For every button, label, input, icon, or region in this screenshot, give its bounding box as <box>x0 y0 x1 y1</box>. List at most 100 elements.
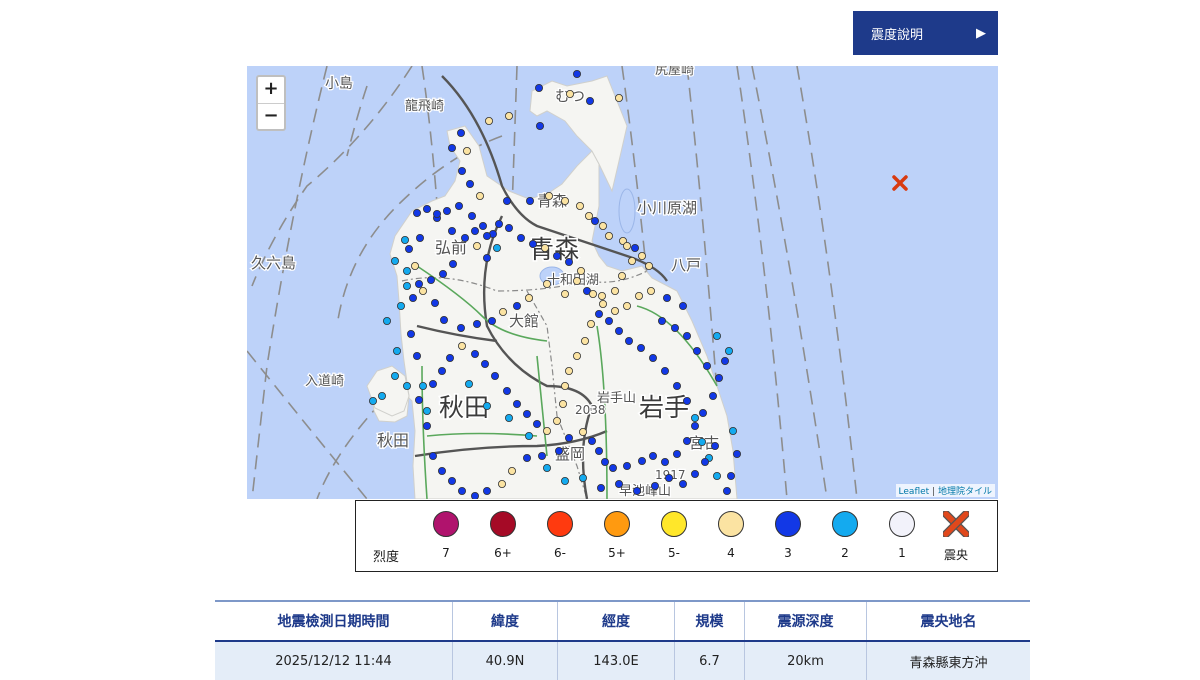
station-dot[interactable] <box>484 117 493 126</box>
station-dot[interactable] <box>410 261 419 270</box>
station-dot[interactable] <box>535 122 544 131</box>
station-dot[interactable] <box>472 241 481 250</box>
station-dot[interactable] <box>377 391 386 400</box>
station-dot[interactable] <box>560 196 569 205</box>
station-dot[interactable] <box>564 257 573 266</box>
station-dot[interactable] <box>648 353 657 362</box>
station-dot[interactable] <box>710 441 719 450</box>
station-dot[interactable] <box>594 309 603 318</box>
station-dot[interactable] <box>672 449 681 458</box>
station-dot[interactable] <box>522 409 531 418</box>
station-dot[interactable] <box>382 316 391 325</box>
station-dot[interactable] <box>422 204 431 213</box>
station-dot[interactable] <box>418 381 427 390</box>
station-dot[interactable] <box>720 356 729 365</box>
station-dot[interactable] <box>708 391 717 400</box>
station-dot[interactable] <box>422 406 431 415</box>
station-dot[interactable] <box>402 381 411 390</box>
station-dot[interactable] <box>552 251 561 260</box>
station-dot[interactable] <box>447 144 456 153</box>
station-dot[interactable] <box>564 366 573 375</box>
station-dot[interactable] <box>465 180 474 189</box>
station-dot[interactable] <box>660 457 669 466</box>
station-dot[interactable] <box>502 196 511 205</box>
station-dot[interactable] <box>406 329 415 338</box>
station-dot[interactable] <box>454 201 463 210</box>
station-dot[interactable] <box>428 379 437 388</box>
station-dot[interactable] <box>690 469 699 478</box>
station-dot[interactable] <box>597 291 606 300</box>
station-dot[interactable] <box>678 301 687 310</box>
station-dot[interactable] <box>390 256 399 265</box>
station-dot[interactable] <box>507 466 516 475</box>
station-dot[interactable] <box>724 346 733 355</box>
station-dot[interactable] <box>722 486 731 495</box>
station-dot[interactable] <box>590 216 599 225</box>
station-dot[interactable] <box>445 353 454 362</box>
station-dot[interactable] <box>544 192 553 201</box>
station-dot[interactable] <box>537 451 546 460</box>
station-dot[interactable] <box>604 231 613 240</box>
station-dot[interactable] <box>614 326 623 335</box>
station-dot[interactable] <box>457 341 466 350</box>
station-dot[interactable] <box>447 476 456 485</box>
station-dot[interactable] <box>524 431 533 440</box>
station-dot[interactable] <box>634 291 643 300</box>
station-dot[interactable] <box>558 399 567 408</box>
earthquake-map[interactable]: 小島龍飛崎むつ尻屋崎青森青森小川原湖弘前久六島十和田湖八戸大館入道崎秋田岩手秋田… <box>247 66 998 499</box>
station-dot[interactable] <box>490 371 499 380</box>
station-dot[interactable] <box>682 396 691 405</box>
station-dot[interactable] <box>418 286 427 295</box>
station-dot[interactable] <box>456 323 465 332</box>
station-dot[interactable] <box>402 281 411 290</box>
station-dot[interactable] <box>598 299 607 308</box>
station-dot[interactable] <box>575 201 584 210</box>
station-dot[interactable] <box>630 243 639 252</box>
station-dot[interactable] <box>470 226 479 235</box>
station-dot[interactable] <box>482 253 491 262</box>
station-dot[interactable] <box>637 251 646 260</box>
station-dot[interactable] <box>408 293 417 302</box>
station-dot[interactable] <box>697 437 706 446</box>
station-dot[interactable] <box>414 279 423 288</box>
station-dot[interactable] <box>404 244 413 253</box>
station-dot[interactable] <box>664 473 673 482</box>
station-dot[interactable] <box>437 466 446 475</box>
station-dot[interactable] <box>585 96 594 105</box>
station-dot[interactable] <box>504 413 513 422</box>
station-dot[interactable] <box>494 219 503 228</box>
station-dot[interactable] <box>732 449 741 458</box>
station-dot[interactable] <box>572 351 581 360</box>
station-dot[interactable] <box>478 221 487 230</box>
station-dot[interactable] <box>402 266 411 275</box>
station-dot[interactable] <box>682 436 691 445</box>
station-dot[interactable] <box>447 226 456 235</box>
station-dot[interactable] <box>596 483 605 492</box>
station-dot[interactable] <box>712 331 721 340</box>
station-dot[interactable] <box>426 275 435 284</box>
station-dot[interactable] <box>392 346 401 355</box>
station-dot[interactable] <box>497 479 506 488</box>
station-dot[interactable] <box>604 316 613 325</box>
station-dot[interactable] <box>412 208 421 217</box>
station-dot[interactable] <box>504 112 513 121</box>
station-dot[interactable] <box>700 457 709 466</box>
station-dot[interactable] <box>470 349 479 358</box>
station-dot[interactable] <box>492 243 501 252</box>
station-dot[interactable] <box>622 461 631 470</box>
station-dot[interactable] <box>692 346 701 355</box>
station-dot[interactable] <box>542 426 551 435</box>
station-dot[interactable] <box>552 416 561 425</box>
station-dot[interactable] <box>622 241 631 250</box>
leaflet-link[interactable]: Leaflet <box>899 487 930 497</box>
station-dot[interactable] <box>657 316 666 325</box>
station-dot[interactable] <box>584 211 593 220</box>
station-dot[interactable] <box>422 421 431 430</box>
station-dot[interactable] <box>525 196 534 205</box>
station-dot[interactable] <box>714 373 723 382</box>
station-dot[interactable] <box>670 323 679 332</box>
station-dot[interactable] <box>439 315 448 324</box>
station-dot[interactable] <box>480 359 489 368</box>
map-canvas[interactable]: 小島龍飛崎むつ尻屋崎青森青森小川原湖弘前久六島十和田湖八戸大館入道崎秋田岩手秋田… <box>247 66 998 499</box>
station-dot[interactable] <box>650 481 659 490</box>
